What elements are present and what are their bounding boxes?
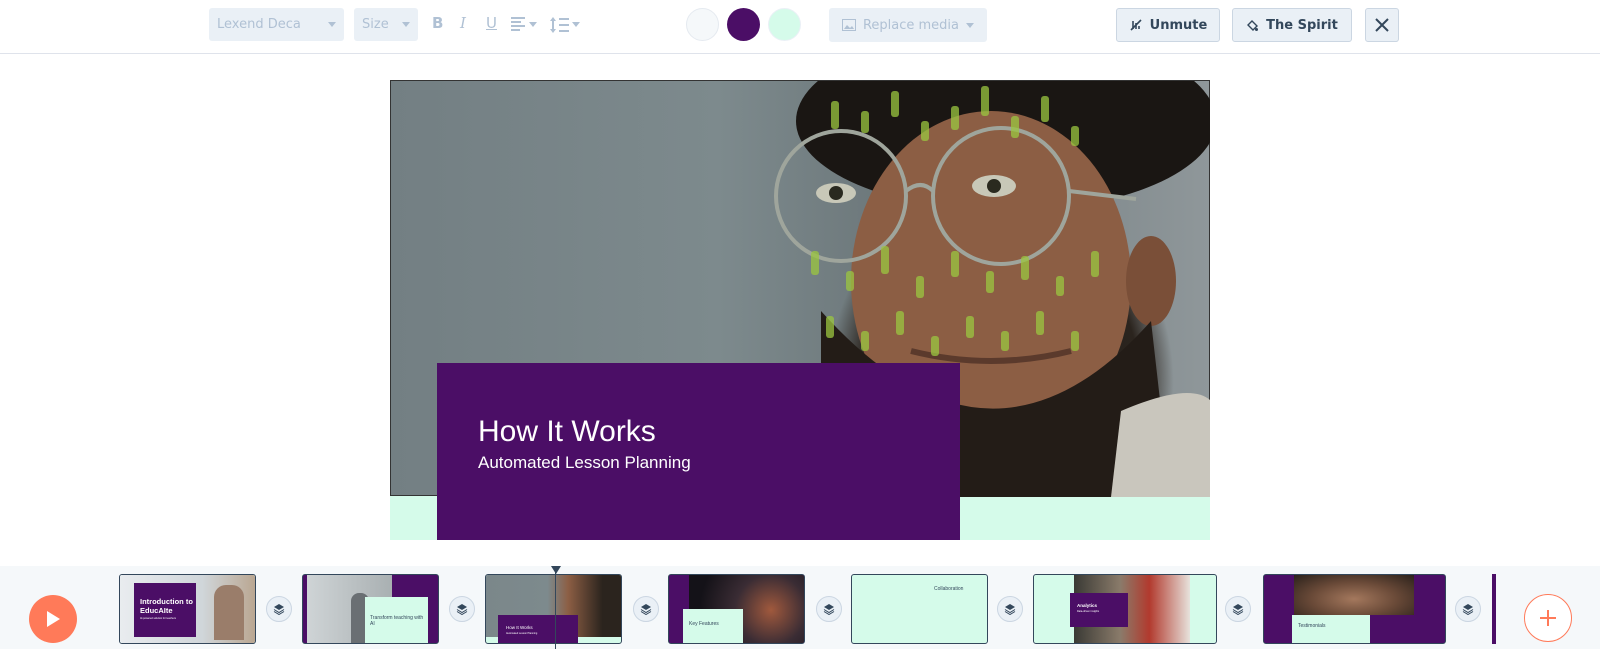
- playhead-handle[interactable]: [551, 566, 561, 574]
- slide-thumbnail-partial[interactable]: [1492, 574, 1496, 644]
- layers-icon: [1232, 604, 1244, 615]
- layers-icon: [456, 604, 468, 615]
- transition-button[interactable]: [266, 596, 292, 622]
- line-spacing-icon: [550, 17, 580, 33]
- plus-icon: [1540, 610, 1556, 626]
- transition-button[interactable]: [633, 596, 659, 622]
- layers-icon: [1004, 604, 1016, 615]
- slide-thumbnail-1[interactable]: Introduction to EducAIte AI-powered solu…: [119, 574, 256, 644]
- layers-icon: [640, 604, 652, 615]
- unmute-button[interactable]: Unmute: [1116, 8, 1220, 42]
- image-icon: [841, 19, 856, 31]
- slide-title[interactable]: How It Works: [478, 415, 656, 449]
- transition-button[interactable]: [449, 596, 475, 622]
- thumbnail-title: Analytics: [1077, 603, 1098, 608]
- align-left-icon: [511, 17, 537, 31]
- replace-media-button[interactable]: Replace media: [829, 8, 987, 42]
- layers-icon: [823, 604, 835, 615]
- play-button[interactable]: [29, 595, 77, 643]
- chevron-down-icon: [328, 22, 336, 27]
- title-text-box[interactable]: How It Works Automated Lesson Planning: [437, 363, 960, 540]
- close-button[interactable]: [1365, 8, 1399, 42]
- font-size-value: Size: [362, 17, 389, 32]
- italic-button[interactable]: I: [460, 14, 466, 32]
- thumbnail-title: Key Features: [689, 621, 719, 627]
- layers-icon: [1462, 604, 1474, 615]
- font-family-value: Lexend Deca: [217, 17, 301, 32]
- thumbnail-subtitle: Data-driven insights: [1077, 610, 1100, 613]
- transition-button[interactable]: [1225, 596, 1251, 622]
- chevron-down-icon: [966, 22, 975, 28]
- slide-thumbnail-6[interactable]: Analytics Data-driven insights: [1033, 574, 1217, 644]
- theme-icon: [1247, 19, 1259, 31]
- thumbnail-title: Collaboration: [934, 586, 964, 592]
- color-swatch-light[interactable]: [686, 8, 719, 41]
- slide-subtitle[interactable]: Automated Lesson Planning: [478, 453, 691, 473]
- unmute-label: Unmute: [1149, 17, 1208, 33]
- layers-icon: [273, 604, 285, 615]
- chevron-down-icon: [402, 22, 410, 27]
- playhead[interactable]: [555, 566, 556, 649]
- thumbnail-title: How It Works: [506, 625, 533, 630]
- font-family-dropdown[interactable]: Lexend Deca: [209, 8, 344, 41]
- line-height-button[interactable]: [550, 16, 582, 38]
- slide-thumbnail-4[interactable]: Key Features: [668, 574, 805, 644]
- transition-button[interactable]: [997, 596, 1023, 622]
- thumbnail-subtitle: Automated Lesson Planning: [506, 632, 538, 635]
- thumbnail-subtitle: AI-powered solution for teachers: [140, 617, 176, 620]
- replace-media-label: Replace media: [862, 17, 960, 33]
- bold-button[interactable]: B: [432, 14, 443, 32]
- slide-canvas[interactable]: How It Works Automated Lesson Planning: [390, 80, 1210, 540]
- thumbnail-title: Transform teaching with AI: [370, 615, 424, 627]
- text-align-button[interactable]: [511, 16, 539, 36]
- slide-thumbnail-3[interactable]: How It Works Automated Lesson Planning: [485, 574, 622, 644]
- close-icon: [1375, 18, 1389, 32]
- thumbnail-title: Testimonials: [1298, 623, 1326, 629]
- theme-label: The Spirit: [1266, 17, 1338, 33]
- slide-thumbnail-5[interactable]: Collaboration: [851, 574, 988, 644]
- underline-button[interactable]: U: [486, 14, 497, 32]
- add-slide-button[interactable]: [1524, 594, 1572, 642]
- font-size-dropdown[interactable]: Size: [354, 8, 418, 41]
- thumbnail-title: Introduction to EducAIte: [140, 597, 193, 615]
- muted-icon: [1130, 19, 1142, 31]
- color-swatch-mint[interactable]: [768, 8, 801, 41]
- theme-button[interactable]: The Spirit: [1232, 8, 1352, 42]
- slide-thumbnail-7[interactable]: Testimonials: [1263, 574, 1446, 644]
- transition-button[interactable]: [1455, 596, 1481, 622]
- transition-button[interactable]: [816, 596, 842, 622]
- editor-toolbar: Lexend Deca Size B I U Replace media Unm…: [0, 0, 1600, 54]
- play-icon: [47, 611, 60, 627]
- color-swatch-purple[interactable]: [727, 8, 760, 41]
- slide-thumbnail-2[interactable]: Transform teaching with AI: [302, 574, 439, 644]
